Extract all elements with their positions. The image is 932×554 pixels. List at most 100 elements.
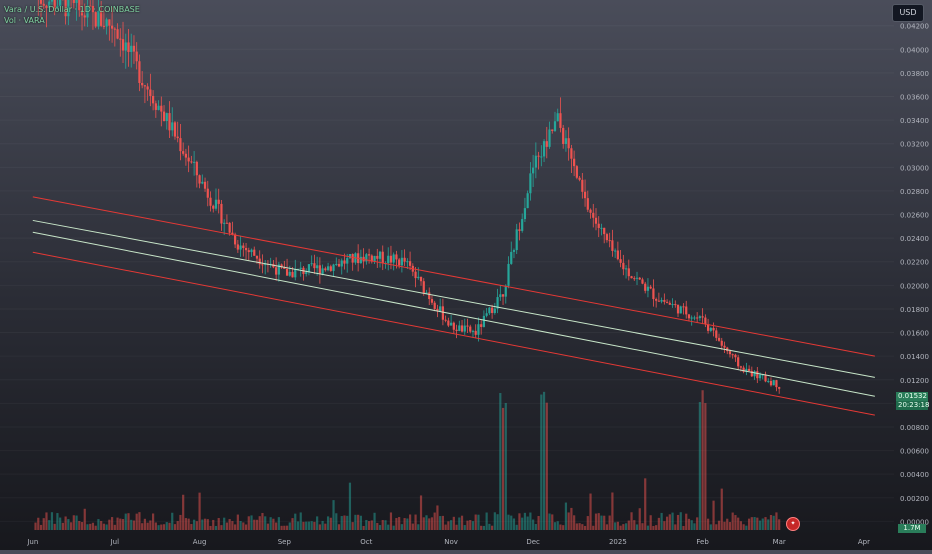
candle-body xyxy=(343,260,346,264)
candle-body xyxy=(638,277,641,280)
candle-body xyxy=(712,327,715,331)
candle-body xyxy=(501,294,505,297)
volume-bar xyxy=(564,502,568,530)
volume-bar xyxy=(542,391,546,530)
volume-bar xyxy=(455,524,458,530)
candle-body xyxy=(187,157,190,162)
volume-bar xyxy=(59,517,62,530)
y-tick-label: 0.03400 xyxy=(900,117,929,125)
chart-canvas[interactable]: 0.04200 0.04000 0.03800 0.03600 0.03400 0.032… xyxy=(0,0,932,550)
volume-bar xyxy=(769,514,773,530)
volume-bar xyxy=(329,517,332,530)
volume-bar xyxy=(83,508,86,530)
candle-body xyxy=(567,138,570,149)
volume-bar xyxy=(570,507,573,530)
channel-line-mid-lower[interactable] xyxy=(32,231,875,397)
volume-bar xyxy=(504,402,507,530)
volume-bar xyxy=(425,515,428,530)
volume-bar xyxy=(758,520,762,530)
volume-bar xyxy=(447,521,450,530)
volume-bar xyxy=(726,518,729,530)
volume-bar xyxy=(444,524,447,530)
candle-body xyxy=(428,292,431,300)
candle-body xyxy=(367,254,371,256)
volume-bar xyxy=(463,525,466,530)
volume-bar xyxy=(351,522,354,530)
candle-body xyxy=(149,89,152,96)
volume-bar xyxy=(130,519,133,530)
candle-body xyxy=(414,271,417,279)
candle-body xyxy=(110,25,114,29)
volume-bar xyxy=(603,515,606,530)
candle-body xyxy=(400,257,403,266)
volume-tag: 1.7M xyxy=(898,524,926,533)
candle-body xyxy=(720,340,723,346)
volume-bar xyxy=(143,518,146,530)
volume-bar xyxy=(179,514,182,530)
candle-body xyxy=(285,268,289,276)
volume-bar xyxy=(160,524,163,530)
candle-body xyxy=(392,254,395,263)
candle-body xyxy=(310,263,313,265)
volume-bar xyxy=(559,524,562,530)
candle-body xyxy=(329,266,332,271)
candle-body xyxy=(450,322,453,326)
candle-body xyxy=(212,205,215,209)
candle-body xyxy=(775,380,778,388)
symbol-title[interactable]: Vara / U.S. Dollar · 1D · COINBASE xyxy=(4,4,140,15)
candle-body xyxy=(291,271,294,278)
vara-logo-icon[interactable]: ✦ xyxy=(786,517,800,531)
volume-bar xyxy=(482,525,486,530)
volume-bar xyxy=(717,520,721,530)
candle-body xyxy=(244,247,248,251)
volume-bar xyxy=(209,525,212,530)
candle-body xyxy=(515,229,518,251)
candle-body xyxy=(542,141,546,157)
volume-bar xyxy=(138,512,141,530)
candle-body xyxy=(184,153,188,158)
volume-bar xyxy=(261,512,264,530)
candle-body xyxy=(255,255,259,259)
candle-body xyxy=(408,261,412,266)
volume-bar xyxy=(556,521,559,530)
candle-body xyxy=(603,227,606,235)
volume-indicator-label[interactable]: Vol · VARA xyxy=(4,15,140,26)
candle-body xyxy=(217,199,220,204)
volume-bar xyxy=(384,520,387,530)
volume-bar xyxy=(414,514,417,530)
candle-body xyxy=(493,308,496,313)
volume-bar xyxy=(616,521,619,530)
candle-body xyxy=(201,181,204,184)
volume-bar xyxy=(234,524,237,530)
volume-bar xyxy=(239,520,242,530)
volume-bar xyxy=(657,517,660,530)
volume-bar xyxy=(696,517,699,530)
volume-bar xyxy=(64,516,67,530)
volume-bar xyxy=(173,524,177,530)
volume-bar xyxy=(452,516,455,530)
volume-bar xyxy=(567,512,570,530)
volume-bar xyxy=(212,519,215,530)
candle-body xyxy=(758,374,762,379)
volume-bar xyxy=(365,519,368,530)
candle-body xyxy=(335,263,338,265)
volume-bar xyxy=(685,513,688,530)
volume-bar xyxy=(195,521,198,530)
volume-bar xyxy=(348,482,352,530)
volume-bar xyxy=(515,524,518,530)
channel-line-mid-upper[interactable] xyxy=(32,219,875,378)
candle-body xyxy=(756,371,759,379)
x-tick-label: Jul xyxy=(110,538,120,546)
volume-bar xyxy=(627,520,630,530)
volume-bar xyxy=(510,515,513,530)
volume-bar xyxy=(335,513,338,530)
volume-bar xyxy=(422,517,425,530)
volume-bar xyxy=(501,407,505,530)
candle-body xyxy=(460,325,464,332)
chart-stage[interactable]: 0.04200 0.04000 0.03800 0.03600 0.03400 0.032… xyxy=(0,0,932,550)
candle-body xyxy=(381,251,384,264)
currency-button[interactable]: USD xyxy=(892,4,924,22)
volume-bar xyxy=(644,478,647,530)
volume-bar xyxy=(141,523,144,530)
volume-bar xyxy=(258,516,261,530)
